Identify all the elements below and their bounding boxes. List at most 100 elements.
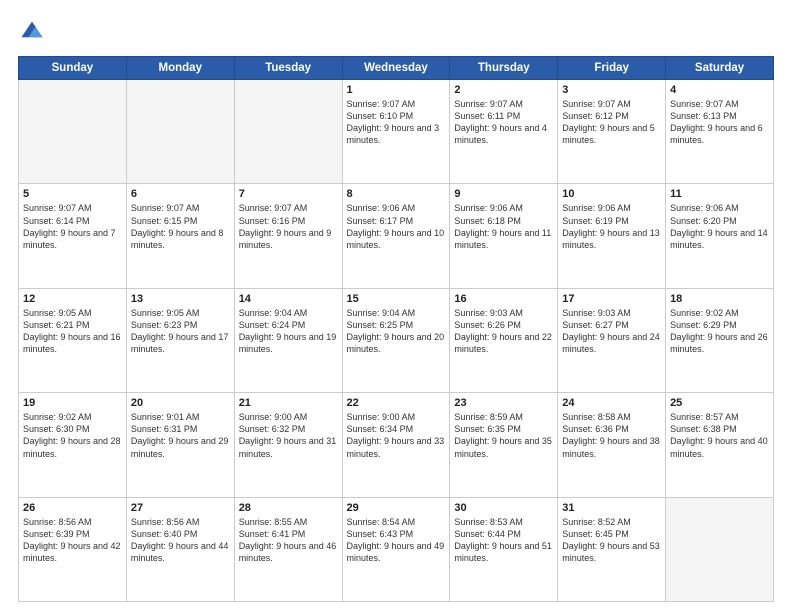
calendar-cell: 17Sunrise: 9:03 AMSunset: 6:27 PMDayligh…: [558, 288, 666, 392]
calendar-cell: 21Sunrise: 9:00 AMSunset: 6:32 PMDayligh…: [234, 393, 342, 497]
cell-info: Sunrise: 9:05 AMSunset: 6:21 PMDaylight:…: [23, 307, 122, 356]
cell-info: Sunrise: 9:00 AMSunset: 6:34 PMDaylight:…: [347, 411, 446, 460]
week-row-5: 26Sunrise: 8:56 AMSunset: 6:39 PMDayligh…: [19, 497, 774, 601]
cell-info: Sunrise: 8:52 AMSunset: 6:45 PMDaylight:…: [562, 516, 661, 565]
calendar-cell: [666, 497, 774, 601]
page: SundayMondayTuesdayWednesdayThursdayFrid…: [0, 0, 792, 612]
day-number: 5: [23, 188, 122, 200]
cell-info: Sunrise: 9:03 AMSunset: 6:27 PMDaylight:…: [562, 307, 661, 356]
calendar-cell: 5 Sunrise: 9:07 AMSunset: 6:14 PMDaylight…: [19, 184, 127, 288]
day-number: 2: [454, 84, 553, 96]
day-number: 22: [347, 397, 446, 409]
calendar-cell: 8 Sunrise: 9:06 AMSunset: 6:17 PMDaylight…: [342, 184, 450, 288]
calendar-cell: 10 Sunrise: 9:06 AMSunset: 6:19 PMDayligh…: [558, 184, 666, 288]
calendar-cell: 29 Sunrise: 8:54 AMSunset: 6:43 PMDayligh…: [342, 497, 450, 601]
calendar-cell: 15 Sunrise: 9:04 AMSunset: 6:25 PMDayligh…: [342, 288, 450, 392]
cell-info: Sunrise: 8:56 AMSunset: 6:39 PMDaylight:…: [23, 516, 122, 565]
cell-info: Sunrise: 9:07 AMSunset: 6:12 PMDaylight:…: [562, 98, 661, 147]
weekday-saturday: Saturday: [666, 57, 774, 80]
cell-info: Sunrise: 8:59 AMSunset: 6:35 PMDaylight:…: [454, 411, 553, 460]
day-number: 31: [562, 502, 661, 514]
day-number: 10: [562, 188, 661, 200]
cell-info: Sunrise: 9:07 AMSunset: 6:15 PMDaylight:…: [131, 202, 230, 251]
cell-info: Sunrise: 9:00 AMSunset: 6:32 PMDaylight:…: [239, 411, 338, 460]
calendar-cell: 12Sunrise: 9:05 AMSunset: 6:21 PMDayligh…: [19, 288, 127, 392]
weekday-thursday: Thursday: [450, 57, 558, 80]
cell-info: Sunrise: 9:04 AMSunset: 6:25 PMDaylight:…: [347, 307, 446, 356]
day-number: 15: [347, 293, 446, 305]
day-number: 4: [670, 84, 769, 96]
calendar-cell: 18Sunrise: 9:02 AMSunset: 6:29 PMDayligh…: [666, 288, 774, 392]
calendar-cell: 28 Sunrise: 8:55 AMSunset: 6:41 PMDayligh…: [234, 497, 342, 601]
calendar-cell: 11 Sunrise: 9:06 AMSunset: 6:20 PMDayligh…: [666, 184, 774, 288]
calendar-cell: 26Sunrise: 8:56 AMSunset: 6:39 PMDayligh…: [19, 497, 127, 601]
day-number: 3: [562, 84, 661, 96]
cell-info: Sunrise: 9:07 AMSunset: 6:10 PMDaylight:…: [347, 98, 446, 147]
day-number: 23: [454, 397, 553, 409]
calendar-cell: [234, 80, 342, 184]
day-number: 19: [23, 397, 122, 409]
cell-info: Sunrise: 8:58 AMSunset: 6:36 PMDaylight:…: [562, 411, 661, 460]
calendar-cell: 9 Sunrise: 9:06 AMSunset: 6:18 PMDaylight…: [450, 184, 558, 288]
cell-info: Sunrise: 9:06 AMSunset: 6:18 PMDaylight:…: [454, 202, 553, 251]
calendar-cell: 23 Sunrise: 8:59 AMSunset: 6:35 PMDayligh…: [450, 393, 558, 497]
calendar-cell: 13Sunrise: 9:05 AMSunset: 6:23 PMDayligh…: [126, 288, 234, 392]
weekday-friday: Friday: [558, 57, 666, 80]
cell-info: Sunrise: 8:54 AMSunset: 6:43 PMDaylight:…: [347, 516, 446, 565]
calendar-cell: 19 Sunrise: 9:02 AMSunset: 6:30 PMDayligh…: [19, 393, 127, 497]
cell-info: Sunrise: 9:07 AMSunset: 6:16 PMDaylight:…: [239, 202, 338, 251]
calendar-cell: 6 Sunrise: 9:07 AMSunset: 6:15 PMDaylight…: [126, 184, 234, 288]
day-number: 9: [454, 188, 553, 200]
calendar-cell: 1 Sunrise: 9:07 AMSunset: 6:10 PMDaylight…: [342, 80, 450, 184]
cell-info: Sunrise: 9:07 AMSunset: 6:14 PMDaylight:…: [23, 202, 122, 251]
day-number: 11: [670, 188, 769, 200]
calendar-cell: 3 Sunrise: 9:07 AMSunset: 6:12 PMDaylight…: [558, 80, 666, 184]
cell-info: Sunrise: 9:04 AMSunset: 6:24 PMDaylight:…: [239, 307, 338, 356]
weekday-wednesday: Wednesday: [342, 57, 450, 80]
header: [18, 18, 774, 46]
cell-info: Sunrise: 8:53 AMSunset: 6:44 PMDaylight:…: [454, 516, 553, 565]
cell-info: Sunrise: 9:05 AMSunset: 6:23 PMDaylight:…: [131, 307, 230, 356]
day-number: 25: [670, 397, 769, 409]
week-row-4: 19 Sunrise: 9:02 AMSunset: 6:30 PMDayligh…: [19, 393, 774, 497]
cell-info: Sunrise: 9:06 AMSunset: 6:17 PMDaylight:…: [347, 202, 446, 251]
calendar-cell: 30 Sunrise: 8:53 AMSunset: 6:44 PMDayligh…: [450, 497, 558, 601]
logo: [18, 18, 50, 46]
calendar-cell: 2 Sunrise: 9:07 AMSunset: 6:11 PMDaylight…: [450, 80, 558, 184]
cell-info: Sunrise: 9:01 AMSunset: 6:31 PMDaylight:…: [131, 411, 230, 460]
cell-info: Sunrise: 9:07 AMSunset: 6:13 PMDaylight:…: [670, 98, 769, 147]
day-number: 7: [239, 188, 338, 200]
calendar-cell: 22 Sunrise: 9:00 AMSunset: 6:34 PMDayligh…: [342, 393, 450, 497]
day-number: 18: [670, 293, 769, 305]
week-row-3: 12Sunrise: 9:05 AMSunset: 6:21 PMDayligh…: [19, 288, 774, 392]
week-row-1: 1 Sunrise: 9:07 AMSunset: 6:10 PMDaylight…: [19, 80, 774, 184]
calendar-cell: [19, 80, 127, 184]
logo-icon: [18, 18, 46, 46]
cell-info: Sunrise: 9:06 AMSunset: 6:20 PMDaylight:…: [670, 202, 769, 251]
cell-info: Sunrise: 9:02 AMSunset: 6:30 PMDaylight:…: [23, 411, 122, 460]
day-number: 29: [347, 502, 446, 514]
weekday-tuesday: Tuesday: [234, 57, 342, 80]
calendar-cell: 25Sunrise: 8:57 AMSunset: 6:38 PMDayligh…: [666, 393, 774, 497]
cell-info: Sunrise: 9:06 AMSunset: 6:19 PMDaylight:…: [562, 202, 661, 251]
day-number: 28: [239, 502, 338, 514]
calendar-cell: 16 Sunrise: 9:03 AMSunset: 6:26 PMDayligh…: [450, 288, 558, 392]
calendar-cell: 27Sunrise: 8:56 AMSunset: 6:40 PMDayligh…: [126, 497, 234, 601]
cell-info: Sunrise: 8:56 AMSunset: 6:40 PMDaylight:…: [131, 516, 230, 565]
cell-info: Sunrise: 9:03 AMSunset: 6:26 PMDaylight:…: [454, 307, 553, 356]
day-number: 20: [131, 397, 230, 409]
calendar-cell: 31 Sunrise: 8:52 AMSunset: 6:45 PMDayligh…: [558, 497, 666, 601]
day-number: 1: [347, 84, 446, 96]
weekday-monday: Monday: [126, 57, 234, 80]
cell-info: Sunrise: 8:55 AMSunset: 6:41 PMDaylight:…: [239, 516, 338, 565]
calendar-cell: 4 Sunrise: 9:07 AMSunset: 6:13 PMDaylight…: [666, 80, 774, 184]
day-number: 6: [131, 188, 230, 200]
cell-info: Sunrise: 9:07 AMSunset: 6:11 PMDaylight:…: [454, 98, 553, 147]
day-number: 30: [454, 502, 553, 514]
calendar-cell: 24Sunrise: 8:58 AMSunset: 6:36 PMDayligh…: [558, 393, 666, 497]
calendar-cell: 20 Sunrise: 9:01 AMSunset: 6:31 PMDayligh…: [126, 393, 234, 497]
week-row-2: 5 Sunrise: 9:07 AMSunset: 6:14 PMDaylight…: [19, 184, 774, 288]
day-number: 16: [454, 293, 553, 305]
weekday-header-row: SundayMondayTuesdayWednesdayThursdayFrid…: [19, 57, 774, 80]
day-number: 8: [347, 188, 446, 200]
